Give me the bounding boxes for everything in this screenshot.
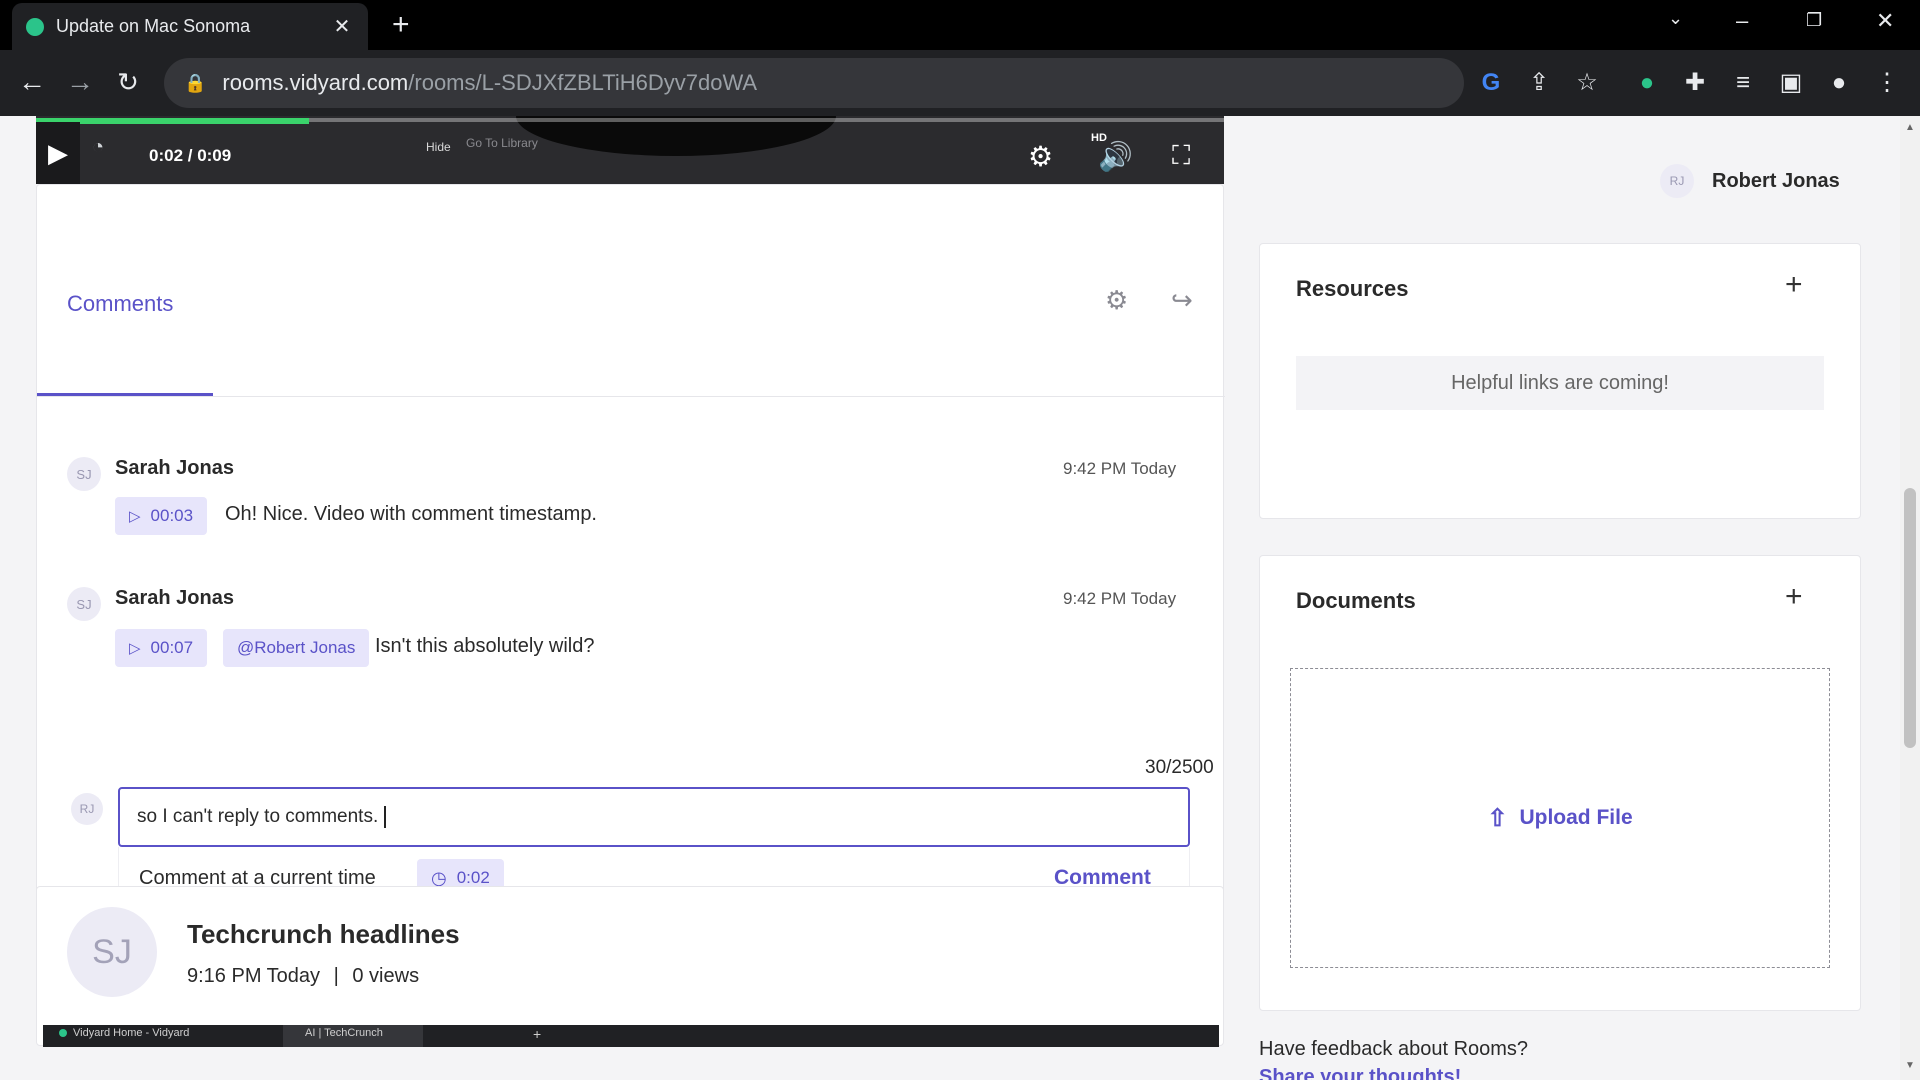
avatar: RJ bbox=[1660, 164, 1694, 198]
hide-controls-button[interactable]: Hide bbox=[426, 140, 451, 154]
comment-timestamp-button[interactable]: ▷ 00:07 bbox=[115, 629, 208, 667]
comment-author: Sarah Jonas bbox=[115, 587, 234, 609]
avatar: SJ bbox=[67, 457, 101, 491]
mention-label: @Robert Jonas bbox=[237, 638, 356, 657]
comment-time: 9:42 PM Today bbox=[1063, 459, 1177, 478]
close-window-icon[interactable]: ✕ bbox=[1876, 8, 1894, 34]
scroll-up-icon[interactable]: ▲ bbox=[1904, 122, 1916, 133]
bookmark-star-icon[interactable]: ☆ bbox=[1570, 66, 1604, 100]
user-name: Robert Jonas bbox=[1712, 169, 1840, 192]
comment-timestamp-button[interactable]: ▷ 00:03 bbox=[115, 497, 208, 535]
video-views: 0 views bbox=[352, 965, 420, 987]
comment-text: Isn't this absolutely wild? bbox=[375, 635, 595, 657]
thumbnail-tab: AI | TechCrunch bbox=[305, 1027, 383, 1039]
resources-panel: Resources + Helpful links are coming! bbox=[1259, 243, 1861, 519]
browser-tab[interactable]: Update on Mac Sonoma ✕ bbox=[12, 3, 368, 50]
browser-menu-icon[interactable]: ⋮ bbox=[1870, 66, 1904, 100]
avatar: RJ bbox=[71, 793, 103, 825]
url-path: /rooms/L-SDJXfZBLTiH6Dyv7doWA bbox=[408, 70, 758, 95]
extensions-puzzle-icon[interactable]: ✚ bbox=[1678, 66, 1712, 100]
address-bar[interactable]: 🔒 rooms.vidyard.com /rooms/L-SDJXfZBLTiH… bbox=[164, 58, 1464, 108]
forward-icon[interactable]: → bbox=[62, 64, 98, 100]
video-date: 9:16 PM Today bbox=[187, 965, 321, 987]
vidyard-favicon-icon bbox=[26, 17, 44, 36]
close-tab-icon[interactable]: ✕ bbox=[330, 14, 354, 39]
documents-panel: Documents + ⇧ Upload File bbox=[1259, 555, 1861, 1011]
lock-icon: 🔒 bbox=[184, 72, 207, 93]
documents-title: Documents bbox=[1296, 588, 1416, 613]
add-document-icon[interactable]: + bbox=[1785, 580, 1803, 614]
play-icon[interactable]: ▶ bbox=[36, 122, 80, 184]
fullscreen-icon[interactable]: ⛶ bbox=[1172, 140, 1190, 172]
feedback-link[interactable]: Share your thoughts! bbox=[1259, 1066, 1461, 1080]
video-frame bbox=[516, 116, 836, 156]
go-to-library-link[interactable]: Go To Library bbox=[466, 136, 538, 150]
vidyard-extension-icon[interactable]: ● bbox=[1630, 66, 1664, 100]
tab-title: Update on Mac Sonoma bbox=[56, 16, 251, 36]
reading-list-icon[interactable]: ≡ bbox=[1726, 66, 1760, 100]
reload-icon[interactable]: ↻ bbox=[110, 64, 146, 100]
add-resource-icon[interactable]: + bbox=[1785, 268, 1803, 302]
back-icon[interactable]: ← bbox=[14, 64, 50, 100]
thumbnail-new-tab-icon: + bbox=[533, 1026, 542, 1042]
mention-tag[interactable]: @Robert Jonas bbox=[223, 629, 370, 667]
comment-author: Sarah Jonas bbox=[115, 457, 234, 479]
vidyard-logo-icon: ◔ bbox=[92, 136, 105, 158]
tab-divider bbox=[37, 396, 1225, 397]
upload-file-button[interactable]: Upload File bbox=[1519, 806, 1632, 830]
share-icon[interactable]: ⇪ bbox=[1522, 66, 1556, 100]
scrollbar-thumb[interactable] bbox=[1904, 488, 1916, 748]
current-time-value: 0:02 bbox=[456, 868, 490, 887]
profile-avatar-icon[interactable]: ● bbox=[1822, 66, 1856, 100]
tab-search-icon[interactable]: ⌄ bbox=[1668, 8, 1683, 29]
page-scrollbar[interactable]: ▲ ▼ bbox=[1900, 116, 1920, 1080]
character-counter: 30/2500 bbox=[1145, 757, 1214, 778]
comment-time: 9:42 PM Today bbox=[1063, 589, 1177, 608]
resources-title: Resources bbox=[1296, 276, 1409, 301]
side-panel-icon[interactable]: ▣ bbox=[1774, 66, 1808, 100]
share-arrow-icon[interactable]: ↪ bbox=[1171, 285, 1193, 316]
video-player[interactable]: ▶ ◔ 0:02 / 0:09 Hide Go To Library ⚙ HD … bbox=[36, 116, 1224, 184]
video-meta: 9:16 PM Today | 0 views bbox=[187, 965, 419, 988]
minimize-window-icon[interactable]: – bbox=[1736, 8, 1748, 34]
new-tab-button[interactable]: + bbox=[392, 10, 410, 40]
resources-empty-state: Helpful links are coming! bbox=[1296, 356, 1824, 410]
avatar: SJ bbox=[67, 907, 157, 997]
play-outline-icon: ▷ bbox=[129, 508, 141, 525]
text-caret bbox=[384, 805, 387, 828]
comment-text: Oh! Nice. Video with comment timestamp. bbox=[225, 503, 597, 525]
thumbnail-tab: Vidyard Home - Vidyard bbox=[73, 1027, 190, 1039]
google-icon[interactable]: G bbox=[1474, 66, 1508, 100]
comment-input-value: so I can't reply to comments. bbox=[137, 806, 379, 827]
volume-icon[interactable]: 🔊 bbox=[1098, 140, 1133, 173]
video-title[interactable]: Techcrunch headlines bbox=[187, 919, 460, 950]
comments-panel: Comments ⚙ ↪ SJ Sarah Jonas 9:42 PM Toda… bbox=[36, 184, 1225, 972]
comment-input[interactable]: so I can't reply to comments. bbox=[118, 787, 1190, 847]
thumbnail-favicon-icon bbox=[59, 1029, 67, 1037]
browser-tab-strip: Update on Mac Sonoma ✕ + ⌄ – ❐ ✕ bbox=[0, 0, 1920, 50]
tab-comments[interactable]: Comments bbox=[67, 291, 173, 317]
video-thumbnail[interactable]: Vidyard Home - Vidyard AI | TechCrunch + bbox=[43, 1025, 1219, 1047]
browser-toolbar: ← → ↻ 🔒 rooms.vidyard.com /rooms/L-SDJXf… bbox=[0, 50, 1920, 116]
upload-dropzone[interactable]: ⇧ Upload File bbox=[1290, 668, 1830, 968]
video-list-item[interactable]: SJ Techcrunch headlines 9:16 PM Today | … bbox=[36, 886, 1224, 1047]
url-domain: rooms.vidyard.com bbox=[222, 70, 409, 95]
comment-settings-gear-icon[interactable]: ⚙ bbox=[1105, 285, 1128, 316]
scroll-down-icon[interactable]: ▼ bbox=[1904, 1060, 1916, 1071]
restore-window-icon[interactable]: ❐ bbox=[1806, 10, 1822, 31]
timestamp-label: 00:03 bbox=[150, 506, 194, 525]
play-outline-icon: ▷ bbox=[129, 640, 141, 657]
page-content: ▶ ◔ 0:02 / 0:09 Hide Go To Library ⚙ HD … bbox=[0, 116, 1920, 1080]
video-time: 0:02 / 0:09 bbox=[149, 146, 232, 165]
avatar: SJ bbox=[67, 587, 101, 621]
feedback-text: Have feedback about Rooms? bbox=[1259, 1038, 1529, 1060]
current-user[interactable]: RJ Robert Jonas bbox=[1660, 164, 1840, 198]
upload-icon: ⇧ bbox=[1487, 804, 1508, 832]
timestamp-label: 00:07 bbox=[150, 638, 194, 657]
meta-separator: | bbox=[333, 965, 339, 987]
settings-gear-icon[interactable]: ⚙ bbox=[1028, 140, 1053, 173]
